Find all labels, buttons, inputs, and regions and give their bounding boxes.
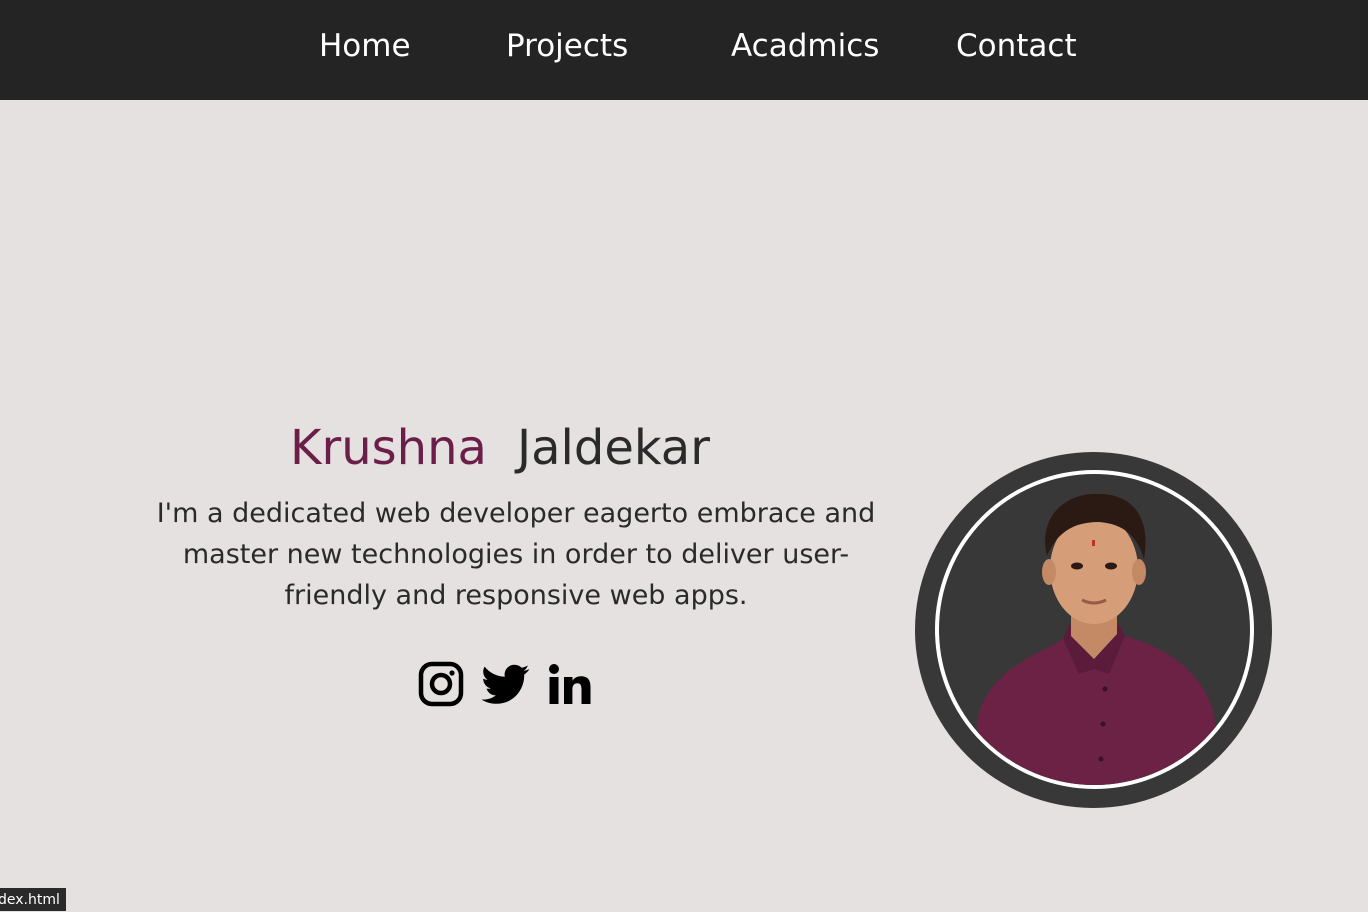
nav-home-link[interactable]: Home [319,26,411,66]
hero-bio: I'm a dedicated web developer eagerto em… [156,498,876,611]
profile-photo [935,470,1254,789]
twitter-icon[interactable] [481,660,530,708]
nav-academics-link[interactable]: Acadmics [731,26,879,66]
hero-name: Krushna Jaldekar [0,418,1000,478]
first-name: Krushna [290,420,487,476]
nav-projects-link[interactable]: Projects [506,26,628,66]
instagram-icon[interactable] [418,660,466,708]
nav-contact-link[interactable]: Contact [956,26,1077,66]
linkedin-icon[interactable] [546,660,594,708]
profile-photo-frame [915,452,1272,808]
status-bar-url: dex.html [0,888,66,911]
navbar: Home Projects Acadmics Contact [0,0,1368,100]
social-links [418,660,598,710]
last-name: Jaldekar [516,420,710,476]
